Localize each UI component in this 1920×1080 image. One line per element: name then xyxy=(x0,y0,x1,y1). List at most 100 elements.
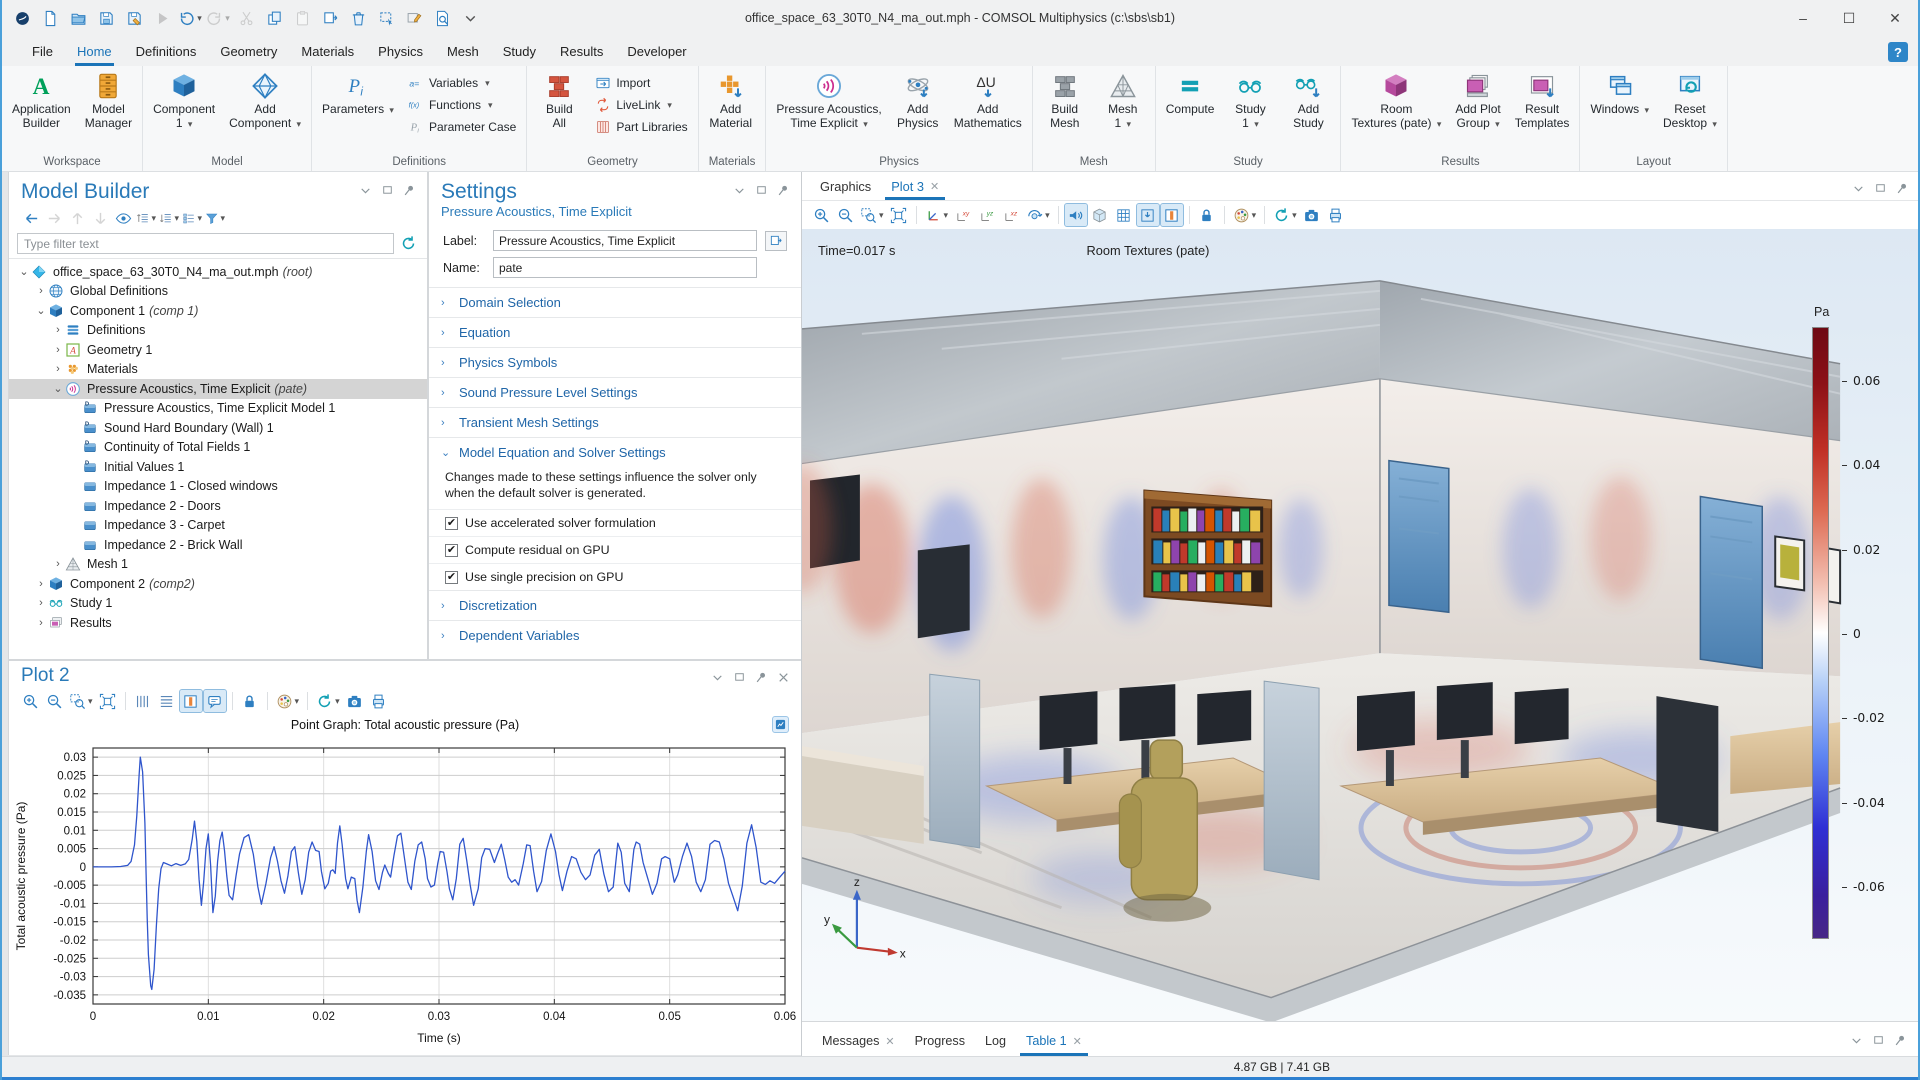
add-study-button[interactable]: Add Study xyxy=(1280,68,1336,132)
reset-desktop-button[interactable]: Reset Desktop ▾ xyxy=(1657,68,1723,133)
section-header[interactable]: › Dependent Variables xyxy=(429,621,801,650)
filter-refresh-icon[interactable] xyxy=(400,235,417,252)
float-button[interactable] xyxy=(1870,1032,1886,1048)
compute-button[interactable]: Compute xyxy=(1160,68,1221,119)
pin-button[interactable] xyxy=(401,182,417,198)
tree-item[interactable]: D Pressure Acoustics, Time Explicit Mode… xyxy=(9,399,427,419)
filter-options[interactable]: ▾ xyxy=(205,208,225,228)
plot2-chart-area[interactable]: Point Graph: Total acoustic pressure (Pa… xyxy=(9,714,801,1055)
application-builder-button[interactable]: A Application Builder xyxy=(6,68,77,132)
color-legend[interactable] xyxy=(1159,203,1184,227)
undo-button[interactable]: ▾ xyxy=(178,6,202,30)
filter-input[interactable] xyxy=(17,233,394,254)
tree-item[interactable]: › Definitions xyxy=(9,321,427,341)
close-button[interactable] xyxy=(775,669,791,685)
rename-button[interactable] xyxy=(765,230,787,251)
paste-button[interactable] xyxy=(290,6,314,30)
minimize-button[interactable]: – xyxy=(1780,0,1826,36)
collapse-all[interactable]: ▾ xyxy=(159,208,179,228)
tree-item[interactable]: ⌄ office_space_63_30T0_N4_ma_out.mph (roo… xyxy=(9,262,427,282)
add-mathematics-button[interactable]: ΔU Add Mathematics xyxy=(948,68,1028,132)
float-button[interactable] xyxy=(1872,180,1888,196)
tree-item[interactable]: Impedance 3 - Carpet xyxy=(9,516,427,536)
transparency[interactable] xyxy=(1089,204,1111,226)
tree-item[interactable]: › Mesh 1 xyxy=(9,555,427,575)
zoom-box[interactable]: ▾ xyxy=(67,690,95,712)
tree-item[interactable]: Impedance 1 - Closed windows xyxy=(9,477,427,497)
tree-item[interactable]: › Results xyxy=(9,613,427,633)
zoom-extents[interactable] xyxy=(97,690,119,712)
add-physics-button[interactable]: Add Physics xyxy=(890,68,946,132)
collapse-button[interactable] xyxy=(357,182,373,198)
axis-limits[interactable] xyxy=(178,689,203,713)
tree-item[interactable]: › Component 2 (comp2) xyxy=(9,574,427,594)
tree-expander[interactable]: › xyxy=(34,578,48,590)
component-1-button[interactable]: Component 1 ▾ xyxy=(147,68,221,133)
print[interactable] xyxy=(368,690,390,712)
save-copy-button[interactable] xyxy=(122,6,146,30)
plot-update[interactable]: ▾ xyxy=(1271,204,1299,226)
tree-expander[interactable]: ⌄ xyxy=(34,304,48,317)
model-tree-view[interactable]: ▾ xyxy=(182,208,202,228)
nav-back[interactable] xyxy=(21,208,41,228)
rotate-view[interactable]: ▾ xyxy=(1024,204,1052,226)
copy-button[interactable] xyxy=(262,6,286,30)
tab-close-icon[interactable]: ✕ xyxy=(1073,1035,1082,1048)
room-3d-view[interactable]: z y x Time=0.017 s Room Textures (pate) … xyxy=(802,229,1918,1021)
pin-button[interactable] xyxy=(1894,180,1910,196)
show-options[interactable] xyxy=(113,208,133,228)
color-theme[interactable]: ▾ xyxy=(274,690,302,712)
tree-item[interactable]: ⌄ Pressure Acoustics, Time Explicit (pate… xyxy=(9,379,427,399)
label-field[interactable] xyxy=(493,230,757,251)
quick-access-customize[interactable] xyxy=(458,6,482,30)
bottom-tab-table-1[interactable]: Table 1 ✕ xyxy=(1016,1028,1092,1056)
room-textures-button[interactable]: Room Textures (pate) ▾ xyxy=(1345,68,1447,133)
x-axis-grid[interactable] xyxy=(132,690,154,712)
tree-item[interactable]: Impedance 2 - Brick Wall xyxy=(9,535,427,555)
livelink-button[interactable]: LiveLink ▾ xyxy=(589,94,693,116)
pin-button[interactable] xyxy=(1892,1032,1908,1048)
menu-materials[interactable]: Materials xyxy=(289,39,366,66)
tab-close-icon[interactable]: ✕ xyxy=(885,1035,894,1048)
tree-expander[interactable]: › xyxy=(34,617,48,629)
zoom-extents[interactable] xyxy=(888,204,910,226)
float-button[interactable] xyxy=(731,669,747,685)
y-axis-grid[interactable] xyxy=(156,690,178,712)
tree-item[interactable]: › Materials xyxy=(9,360,427,380)
tree-item[interactable]: Impedance 2 - Doors xyxy=(9,496,427,516)
functions-button[interactable]: f(x) Functions ▾ xyxy=(402,94,522,116)
section-header[interactable]: ⌄ Model Equation and Solver Settings xyxy=(429,438,801,467)
windows-button[interactable]: Windows ▾ xyxy=(1584,68,1655,120)
checkbox[interactable]: ✔ xyxy=(445,570,458,584)
section-header[interactable]: › Equation xyxy=(429,318,801,347)
menu-file[interactable]: File xyxy=(20,39,65,66)
section-header[interactable]: › Physics Symbols xyxy=(429,348,801,377)
tree-item[interactable]: D Sound Hard Boundary (Wall) 1 xyxy=(9,418,427,438)
menu-mesh[interactable]: Mesh xyxy=(435,39,491,66)
sketch-button[interactable] xyxy=(402,6,426,30)
part-libraries-button[interactable]: Part Libraries xyxy=(589,116,693,138)
menu-geometry[interactable]: Geometry xyxy=(208,39,289,66)
zoom-in[interactable] xyxy=(810,204,832,226)
go-to-xz-view[interactable]: xz xyxy=(1000,204,1022,226)
maximize-button[interactable]: ☐ xyxy=(1826,0,1872,36)
expand-all[interactable]: ▾ xyxy=(136,208,156,228)
menu-developer[interactable]: Developer xyxy=(615,39,698,66)
section-header[interactable]: › Sound Pressure Level Settings xyxy=(429,378,801,407)
menu-physics[interactable]: Physics xyxy=(366,39,435,66)
section-header[interactable]: › Transient Mesh Settings xyxy=(429,408,801,437)
show-grid[interactable] xyxy=(1113,204,1135,226)
parameters-button[interactable]: Pi Parameters ▾ xyxy=(316,68,400,120)
menu-results[interactable]: Results xyxy=(548,39,615,66)
redo-button[interactable]: ▾ xyxy=(206,6,230,30)
go-to-yz-view[interactable]: yz xyxy=(976,204,998,226)
tree-expander[interactable]: › xyxy=(51,344,65,356)
save-button[interactable] xyxy=(94,6,118,30)
tree-expander[interactable]: › xyxy=(51,363,65,375)
lock-axes[interactable] xyxy=(239,690,261,712)
variables-button[interactable]: a= Variables ▾ xyxy=(402,72,522,94)
menu-home[interactable]: Home xyxy=(65,39,124,66)
tree-expander[interactable]: › xyxy=(51,558,65,570)
image-snapshot[interactable] xyxy=(1301,204,1323,226)
tree-expander[interactable]: › xyxy=(34,285,48,297)
